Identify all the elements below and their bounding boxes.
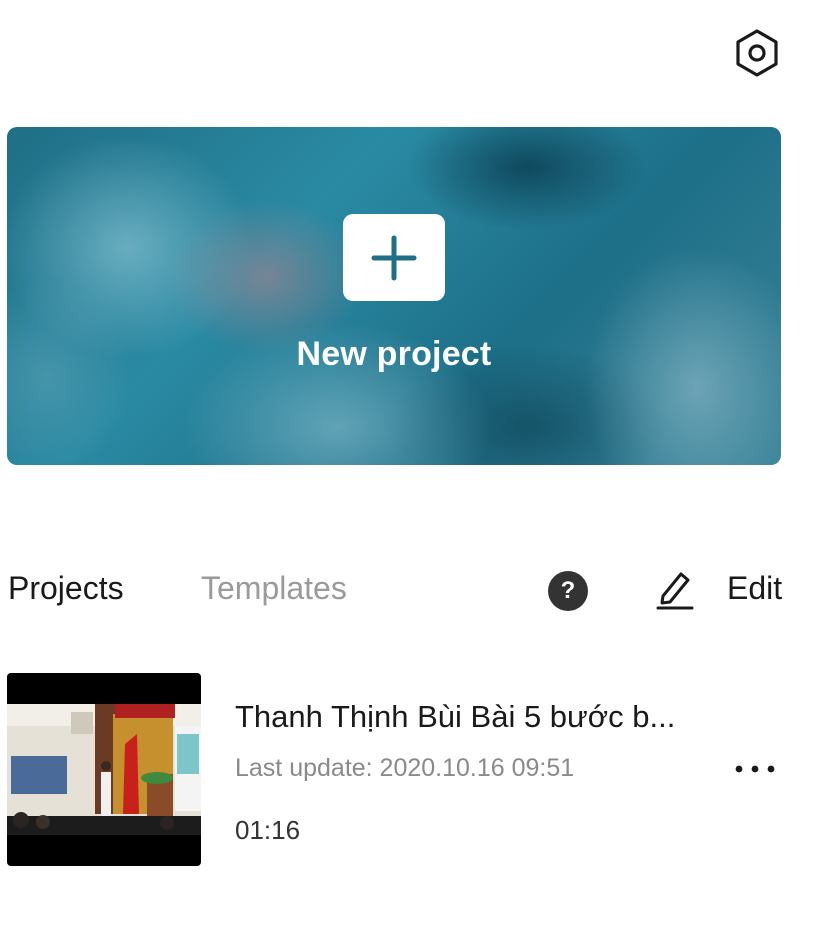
tab-templates[interactable]: Templates: [201, 570, 347, 607]
help-button[interactable]: ?: [548, 571, 588, 611]
project-more-button[interactable]: [728, 751, 782, 787]
more-horizontal-icon: [735, 765, 775, 773]
tab-projects[interactable]: Projects: [8, 570, 124, 607]
question-icon: ?: [560, 577, 576, 604]
tabs-row: Projects Templates ? Edit: [0, 560, 816, 620]
plus-icon: [371, 235, 417, 280]
thumbnail-image: [7, 704, 201, 835]
project-title: Thanh Thịnh Bùi Bài 5 bước b...: [235, 699, 676, 734]
new-project-label: New project: [296, 335, 492, 373]
pencil-icon: [656, 572, 694, 610]
new-project-plus-button[interactable]: [343, 214, 445, 301]
edit-label: Edit: [727, 569, 783, 606]
thumbnail-scene-illustration: [7, 704, 201, 835]
edit-button[interactable]: Edit: [655, 562, 782, 614]
project-duration: 01:16: [235, 815, 301, 845]
settings-hexagon-icon: [736, 29, 778, 77]
project-list-item[interactable]: Thanh Thịnh Bùi Bài 5 bước b... Last upd…: [0, 673, 816, 866]
project-last-update: Last update: 2020.10.16 09:51: [235, 754, 575, 782]
settings-button[interactable]: [730, 26, 784, 80]
new-project-card[interactable]: New project: [7, 127, 781, 465]
project-thumbnail: [7, 673, 201, 866]
